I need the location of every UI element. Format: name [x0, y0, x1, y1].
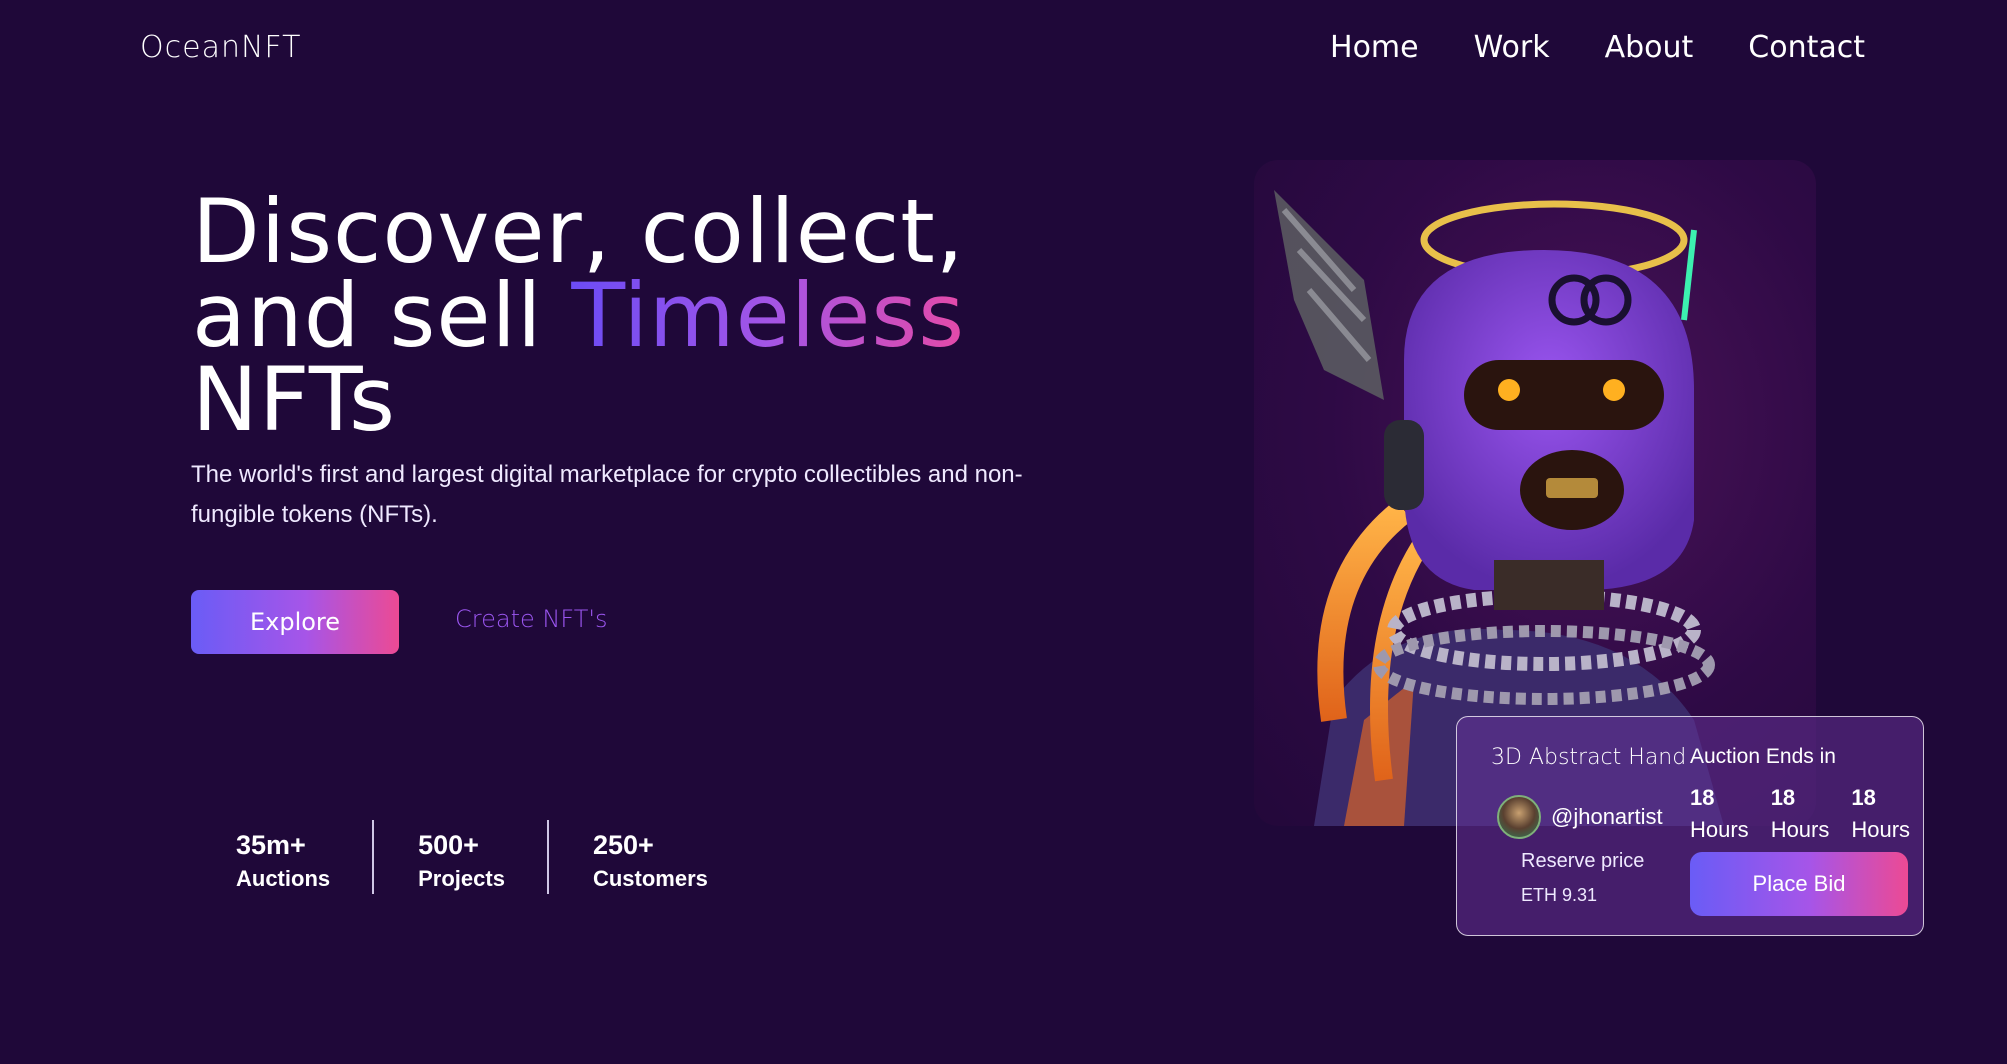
- timer-col-2: 18 Hours: [1771, 783, 1830, 847]
- hero-title-line3: NFTs: [192, 348, 396, 451]
- reserve-price-label: Reserve price: [1521, 850, 1645, 872]
- timer-col-1: 18 Hours: [1690, 783, 1749, 847]
- nav-about[interactable]: About: [1605, 30, 1694, 65]
- reserve-price-value: ETH 9.31: [1521, 885, 1598, 905]
- timer-value: 18: [1690, 785, 1715, 810]
- timer-unit: Hours: [1770, 817, 1830, 842]
- nav-home[interactable]: Home: [1330, 30, 1419, 65]
- timer-value: 18: [1851, 785, 1876, 810]
- site-logo[interactable]: OceanNFT: [140, 30, 301, 65]
- card-title: 3D Abstract Hand: [1491, 745, 1687, 770]
- artist-avatar: [1497, 795, 1541, 839]
- stat-value: 500+: [418, 830, 479, 860]
- timer-unit: Hours: [1851, 817, 1911, 842]
- auction-ends-label: Auction Ends in: [1690, 745, 1836, 768]
- stat-auctions: 35m+ Auctions: [236, 820, 375, 894]
- nav-work[interactable]: Work: [1474, 30, 1550, 65]
- stat-customers: 250+ Customers: [549, 820, 750, 894]
- stats-row: 35m+ Auctions 500+ Projects 250+ Custome…: [236, 820, 750, 894]
- auction-card: 3D Abstract Hand @jhonartist Reserve pri…: [1456, 716, 1924, 936]
- place-bid-button[interactable]: Place Bid: [1690, 852, 1908, 916]
- auction-timer: 18 Hours 18 Hours 18 Hours: [1690, 783, 1910, 847]
- main-nav: Home Work About Contact: [1330, 30, 1865, 65]
- timer-col-3: 18 Hours: [1851, 783, 1910, 847]
- explore-button[interactable]: Explore: [191, 590, 399, 654]
- nav-contact[interactable]: Contact: [1748, 30, 1865, 65]
- timer-value: 18: [1770, 785, 1796, 810]
- timer-unit: Hours: [1690, 817, 1749, 842]
- card-artist[interactable]: @jhonartist: [1497, 795, 1663, 839]
- create-nft-link[interactable]: Create NFT's: [455, 605, 607, 633]
- stat-value: 35m+: [236, 830, 306, 860]
- hero-title-highlight: Timeless: [571, 264, 966, 367]
- artist-name[interactable]: @jhonartist: [1551, 804, 1663, 830]
- hero-subtitle: The world's first and largest digital ma…: [191, 461, 1023, 528]
- stat-label: Auctions: [236, 866, 331, 891]
- hero-title: Discover, collect, and sell Timeless NFT…: [192, 188, 1092, 444]
- stat-label: Customers: [592, 866, 708, 891]
- stat-value: 250+: [592, 830, 654, 860]
- stat-label: Projects: [418, 866, 505, 891]
- stat-projects: 500+ Projects: [374, 820, 549, 894]
